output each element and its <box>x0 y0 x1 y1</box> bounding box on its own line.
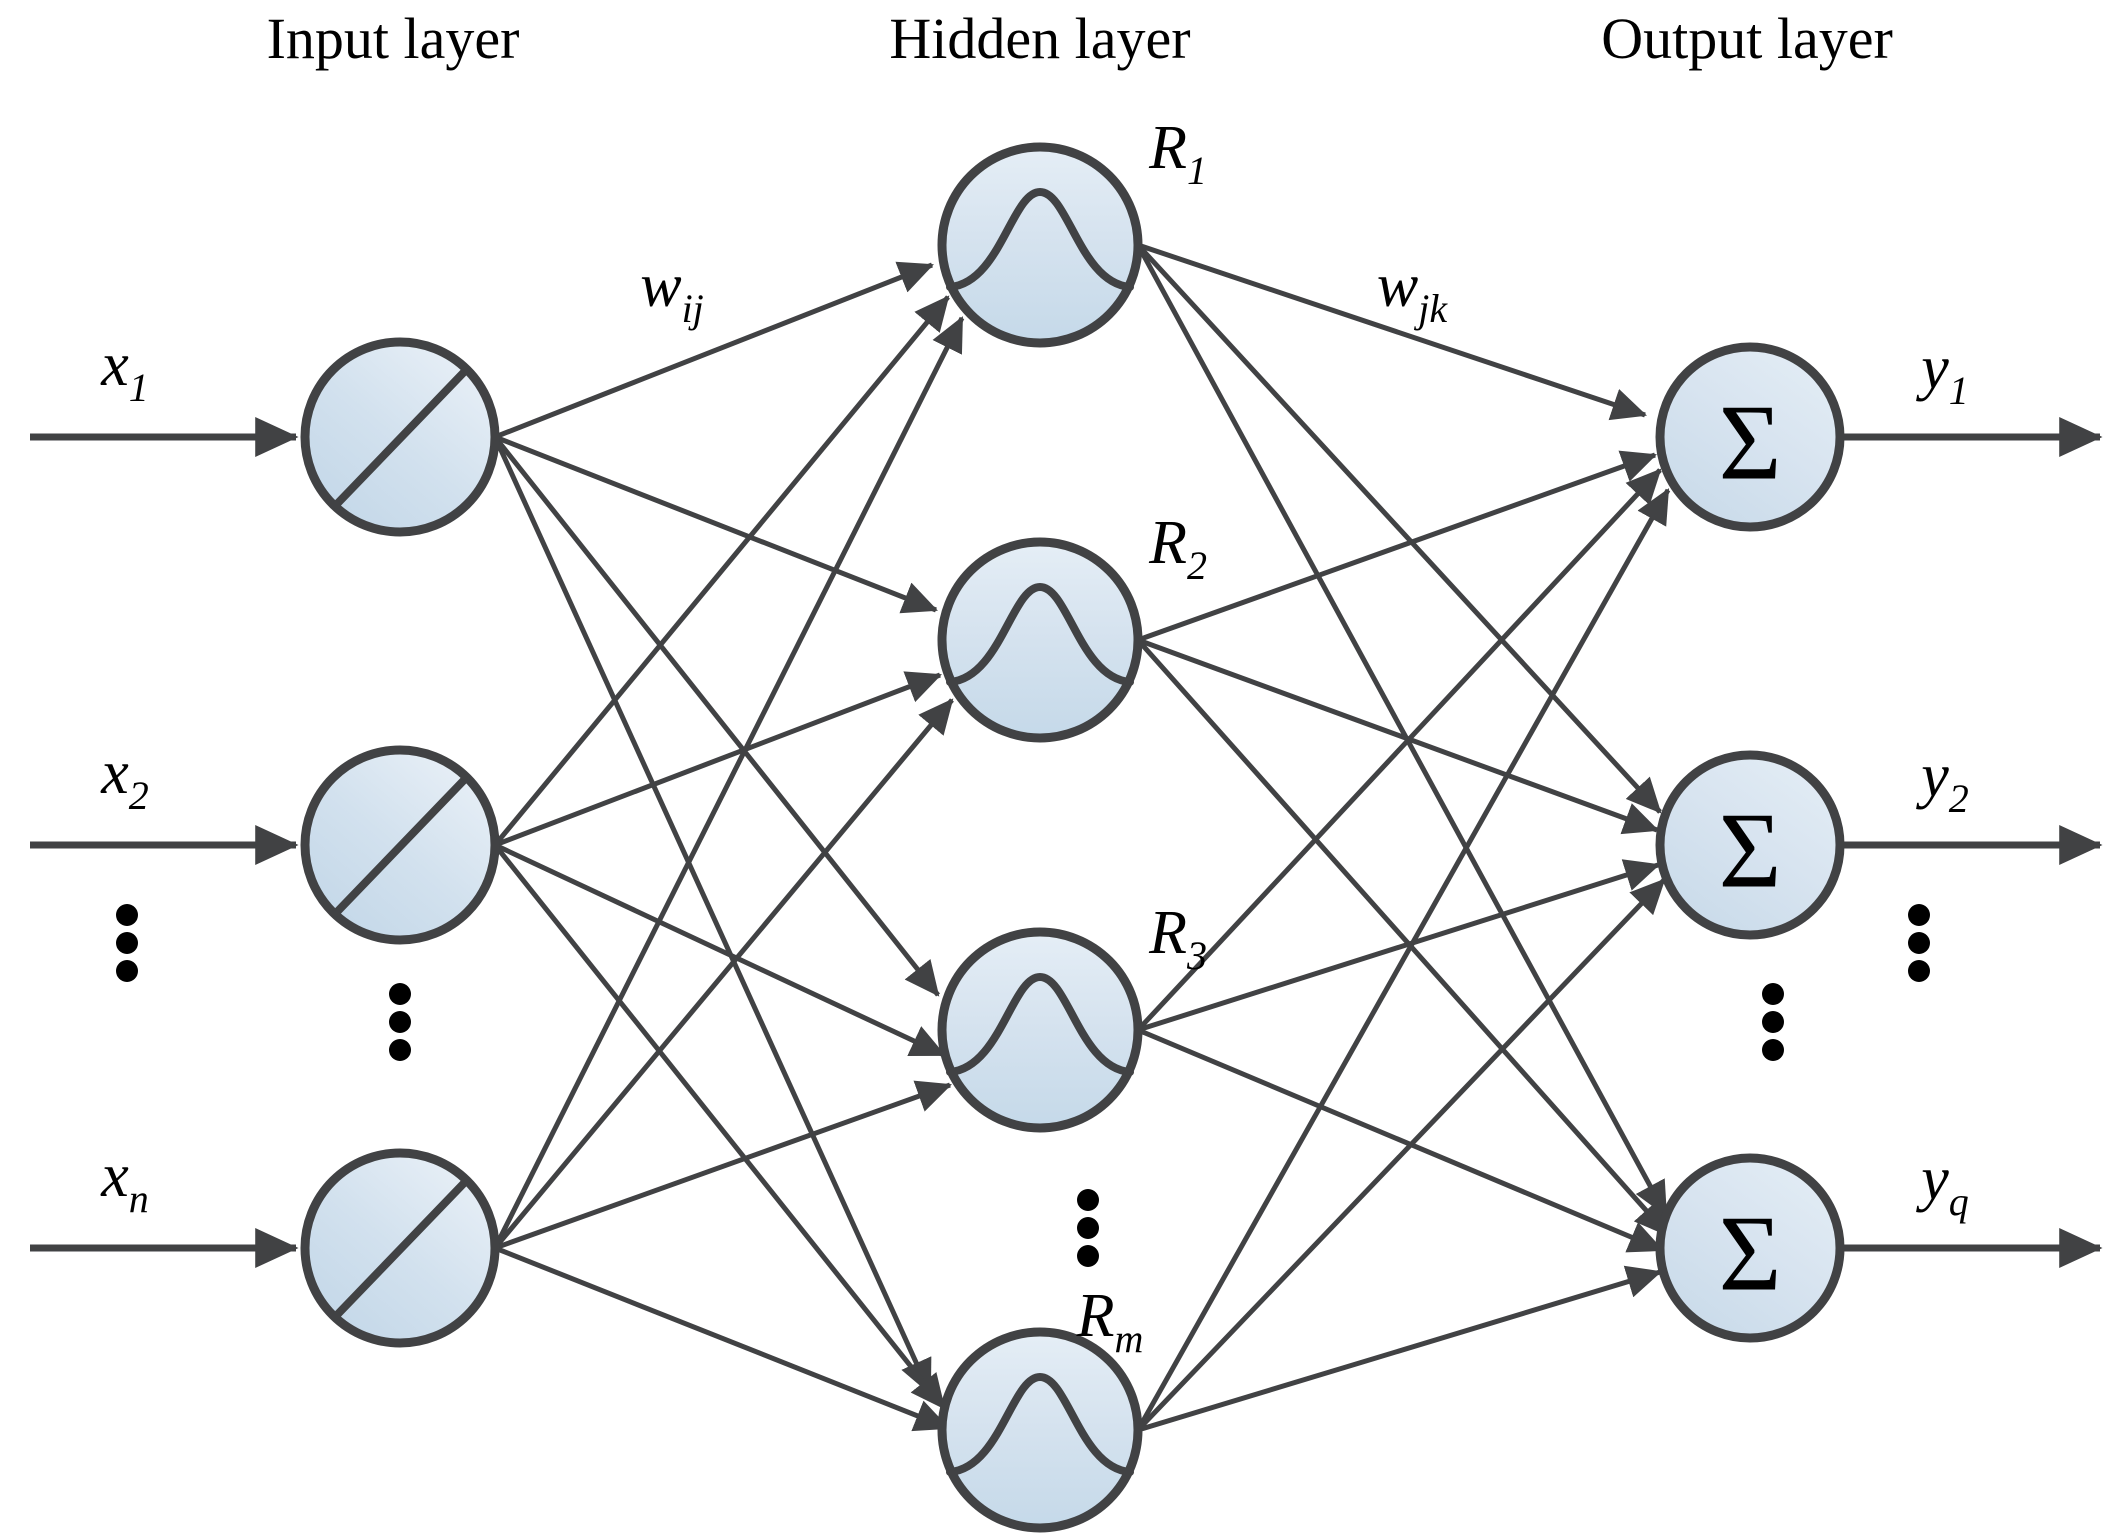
label-y2: y2 <box>1915 742 1969 821</box>
output-label-ellipsis <box>1908 904 1930 982</box>
edge-x1-R3 <box>493 435 940 997</box>
label-yq: yq <box>1915 1145 1969 1224</box>
edge-xn-R1 <box>492 316 965 1250</box>
hidden-node-R1-circle[interactable] <box>937 142 1143 348</box>
edge-x1-R1 <box>494 261 934 440</box>
label-y1-base: y <box>1915 334 1949 402</box>
ellipsis-dot <box>116 904 138 926</box>
input-label-ellipsis <box>116 904 138 982</box>
edge-R2-y1 <box>1137 450 1657 643</box>
label-Rm-sub: m <box>1114 1316 1143 1361</box>
hidden-node-R2[interactable] <box>937 537 1143 743</box>
label-R2-base: R <box>1148 509 1187 577</box>
label-xn-base: x <box>100 1142 129 1210</box>
edge-x2-R1 <box>493 295 950 847</box>
hidden-node-Rm-circle[interactable] <box>937 1327 1143 1533</box>
label-R1-base: R <box>1148 114 1187 182</box>
label-wjk-base: w <box>1377 252 1418 320</box>
output-node-yq[interactable]: Σ <box>1655 1153 1845 1343</box>
input-node-ellipsis <box>389 983 411 1061</box>
hidden-node-R1[interactable] <box>937 142 1143 348</box>
label-R1-sub: 1 <box>1187 148 1207 193</box>
label-y2-sub: 2 <box>1949 776 1969 821</box>
label-x2-base: x <box>100 739 129 807</box>
label-x2: x2 <box>100 739 149 818</box>
label-R1: R1 <box>1148 114 1207 193</box>
ellipsis-dot <box>116 932 138 954</box>
label-x2-sub: 2 <box>129 773 149 818</box>
ellipsis-dot <box>116 960 138 982</box>
sigma-icon: Σ <box>1719 1195 1782 1314</box>
label-wij-base: w <box>640 252 681 320</box>
input-variable-labels: x1 x2 xn <box>100 331 149 1221</box>
label-wjk: wjk <box>1377 252 1448 331</box>
edge-R2-y2 <box>1137 637 1659 835</box>
label-x1-sub: 1 <box>129 365 149 410</box>
hidden-node-R2-circle[interactable] <box>937 537 1143 743</box>
output-layer-nodes: Σ Σ Σ <box>1655 342 1845 1343</box>
label-y1-sub: 1 <box>1949 368 1969 413</box>
ellipsis-dot <box>389 1039 411 1061</box>
hidden-node-R3-circle[interactable] <box>937 927 1143 1133</box>
ellipsis-dot <box>1908 932 1930 954</box>
ellipsis-dot <box>1908 960 1930 982</box>
label-R3-base: R <box>1148 899 1187 967</box>
output-variable-labels: y1 y2 yq <box>1915 334 1969 1224</box>
ellipsis-dot <box>1077 1189 1099 1211</box>
label-y2-base: y <box>1915 742 1949 810</box>
label-y1: y1 <box>1915 334 1969 413</box>
input-layer-nodes <box>300 337 500 1348</box>
ellipsis-dot <box>1762 1011 1784 1033</box>
label-R2-sub: 2 <box>1187 543 1207 588</box>
output-layer-title: Output layer <box>1601 6 1893 71</box>
label-x1: x1 <box>100 331 149 410</box>
label-R2: R2 <box>1148 509 1207 588</box>
label-wij: wij <box>640 252 704 331</box>
hidden-layer-title: Hidden layer <box>889 6 1190 71</box>
ellipsis-dot <box>1077 1217 1099 1239</box>
hidden-node-R3[interactable] <box>937 927 1143 1133</box>
ellipsis-dot <box>1762 983 1784 1005</box>
edge-x2-R2 <box>494 671 942 848</box>
input-node-x2[interactable] <box>300 745 500 945</box>
edges-hidden-to-output <box>1135 242 1671 1433</box>
sigma-icon: Σ <box>1719 792 1782 911</box>
label-Rm: Rm <box>1076 1282 1144 1361</box>
neural-network-svg: Input layer Hidden layer Output layer Σ … <box>30 6 2103 1533</box>
ellipsis-dot <box>1762 1039 1784 1061</box>
ellipsis-dot <box>1077 1245 1099 1267</box>
hidden-node-Rm[interactable] <box>937 1327 1143 1533</box>
label-R3: R3 <box>1148 899 1207 978</box>
output-node-ellipsis <box>1762 983 1784 1061</box>
hidden-node-ellipsis <box>1077 1189 1099 1267</box>
edge-xn-Rm <box>494 1245 950 1432</box>
input-node-xn[interactable] <box>300 1148 500 1348</box>
label-x1-base: x <box>100 331 129 399</box>
ellipsis-dot <box>389 1011 411 1033</box>
edge-x2-R3 <box>493 842 946 1058</box>
edges-input-to-hidden <box>492 261 965 1432</box>
network-diagram-canvas: Input layer Hidden layer Output layer Σ … <box>0 0 2128 1538</box>
label-Rm-base: R <box>1076 1282 1115 1350</box>
label-xn-sub: n <box>129 1176 149 1221</box>
input-node-x1[interactable] <box>300 337 500 537</box>
label-yq-sub: q <box>1949 1179 1969 1224</box>
label-wjk-sub: jk <box>1413 286 1448 331</box>
output-signal-arrows <box>1840 417 2103 1268</box>
label-wij-sub: ij <box>682 286 704 331</box>
input-signal-arrows <box>30 417 299 1268</box>
ellipsis-dot <box>1908 904 1930 926</box>
ellipsis-dot <box>389 983 411 1005</box>
input-layer-title: Input layer <box>267 6 520 71</box>
label-yq-base: y <box>1915 1145 1949 1213</box>
label-xn: xn <box>100 1142 149 1221</box>
label-R3-sub: 3 <box>1186 933 1207 978</box>
output-node-y2[interactable]: Σ <box>1655 750 1845 940</box>
sigma-icon: Σ <box>1719 384 1782 503</box>
output-node-y1[interactable]: Σ <box>1655 342 1845 532</box>
